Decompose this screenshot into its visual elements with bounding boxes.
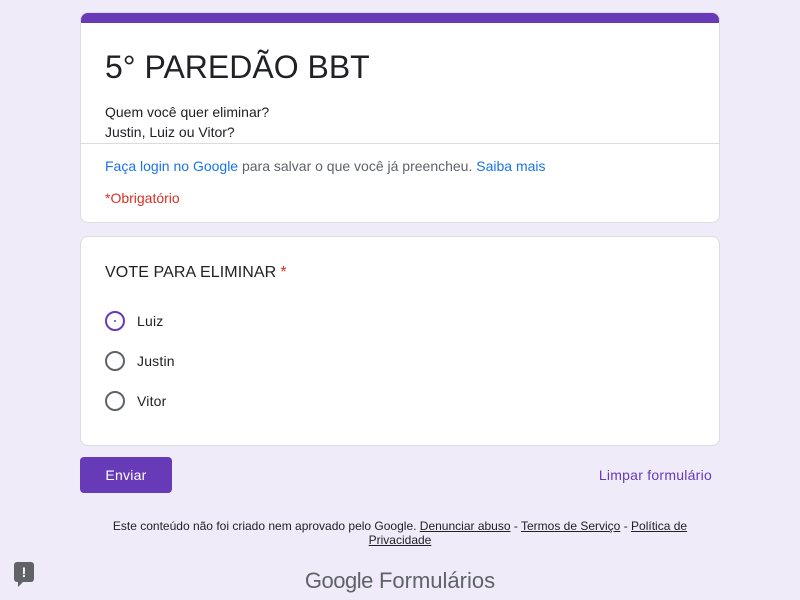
form-actions: Enviar Limpar formulário bbox=[80, 457, 720, 493]
report-feedback-icon[interactable]: ! bbox=[14, 562, 34, 587]
terms-link[interactable]: Termos de Serviço bbox=[521, 519, 620, 533]
radio-button[interactable] bbox=[105, 391, 125, 411]
option-label: Justin bbox=[137, 353, 175, 369]
form-header-card: 5° PAREDÃO BBT Quem você quer eliminar? … bbox=[80, 12, 720, 223]
radio-option-justin[interactable]: Justin bbox=[105, 349, 175, 373]
question-title: VOTE PARA ELIMINAR * bbox=[105, 262, 287, 284]
report-abuse-link[interactable]: Denunciar abuso bbox=[420, 519, 511, 533]
footer-separator: - bbox=[620, 519, 632, 533]
footer-separator: - bbox=[510, 519, 521, 533]
google-forms-logo[interactable]: Google Formulários bbox=[0, 566, 800, 596]
description-line-1: Quem você quer eliminar? bbox=[105, 104, 270, 120]
brand-forms: Formulários bbox=[378, 568, 496, 593]
question-title-text: VOTE PARA ELIMINAR bbox=[105, 264, 277, 281]
login-area: Faça login no Google para salvar o que v… bbox=[81, 144, 719, 222]
question-card: VOTE PARA ELIMINAR * Luiz Justin Vitor bbox=[80, 236, 720, 446]
radio-option-vitor[interactable]: Vitor bbox=[105, 389, 167, 413]
accent-bar bbox=[81, 13, 719, 23]
clear-form-button[interactable]: Limpar formulário bbox=[599, 457, 712, 493]
radio-button[interactable] bbox=[105, 351, 125, 371]
option-label: Luiz bbox=[137, 313, 164, 329]
description-line-2: Justin, Luiz ou Vitor? bbox=[105, 124, 235, 140]
option-label: Vitor bbox=[137, 393, 167, 409]
form-title: 5° PAREDÃO BBT bbox=[105, 49, 370, 85]
radio-button[interactable] bbox=[105, 311, 125, 331]
required-asterisk: * bbox=[280, 264, 287, 281]
brand-google: Google bbox=[304, 568, 373, 593]
disclaimer-text: Este conteúdo não foi criado nem aprovad… bbox=[112, 519, 417, 533]
submit-button[interactable]: Enviar bbox=[80, 457, 172, 493]
exclamation-glyph: ! bbox=[21, 564, 27, 580]
login-prompt: Faça login no Google para salvar o que v… bbox=[105, 156, 546, 176]
learn-more-link[interactable]: Saiba mais bbox=[476, 158, 545, 174]
title-area: 5° PAREDÃO BBT Quem você quer eliminar? … bbox=[81, 23, 719, 143]
radio-option-luiz[interactable]: Luiz bbox=[105, 309, 163, 333]
form-container: 5° PAREDÃO BBT Quem você quer eliminar? … bbox=[80, 12, 720, 446]
google-login-link[interactable]: Faça login no Google bbox=[105, 158, 238, 174]
footer-disclaimer: Este conteúdo não foi criado nem aprovad… bbox=[100, 519, 700, 547]
required-note: *Obrigatório bbox=[105, 190, 180, 206]
form-description: Quem você quer eliminar? Justin, Luiz ou… bbox=[105, 102, 269, 142]
login-prompt-text: para salvar o que você já preencheu. bbox=[238, 158, 477, 174]
